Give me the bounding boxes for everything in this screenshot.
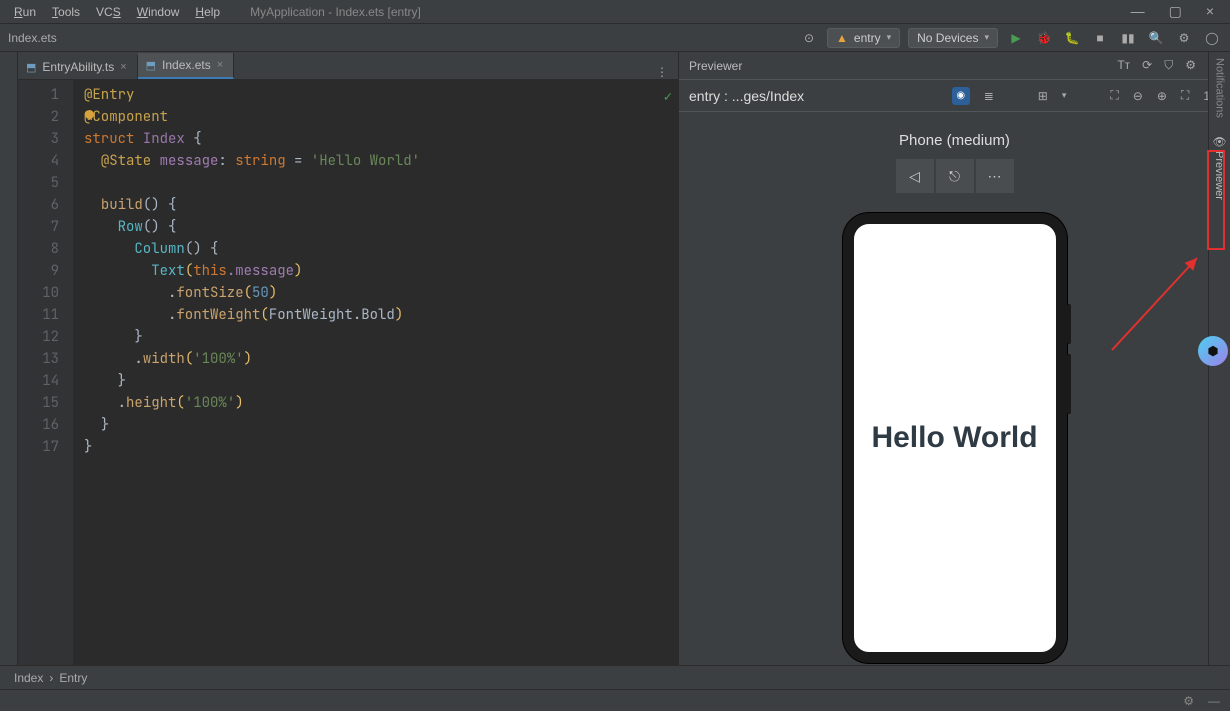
code-body[interactable]: @Entry @Component struct Index { @State … [74,80,678,665]
tab-entryability[interactable]: ⬒ EntryAbility.ts × [18,55,138,79]
previewer-title: Previewer [689,59,742,73]
grid-icon[interactable]: ⊞ [1038,89,1048,103]
previewer-sub-toolbar: entry : ...ges/Index ◉ ≣ ⊞ ▾ ⛶ ⊖ ⊕ ⛶ 1:1 [679,80,1230,112]
gear-icon[interactable]: ⚙ [1183,694,1194,708]
gear-icon[interactable]: ⚙ [1185,58,1196,73]
close-icon[interactable]: × [217,59,223,71]
entry-path: entry : ...ges/Index [689,88,804,104]
phone-frame: Hello World [843,213,1067,663]
app-text: Hello World [871,421,1037,455]
device-label: Phone (medium) [899,132,1010,149]
close-window-icon[interactable]: × [1206,3,1214,20]
phone-button-icon [1067,354,1071,414]
code-editor[interactable]: ✓ 1 2 3 4 5 6 7 8 9 10 11 12 13 14 15 16… [18,80,678,665]
editor-tabs: ⬒ EntryAbility.ts × ⬒ Index.ets × ⋮ [18,52,678,80]
maximize-icon[interactable]: ▢ [1169,3,1182,20]
editor-pane: ⬒ EntryAbility.ts × ⬒ Index.ets × ⋮ ✓ 1 … [18,52,678,665]
toolbar: Index.ets ⊙ ▲ entry ▾ No Devices ▾ ▶ 🐞 🐛… [0,24,1230,52]
zoom-in-icon[interactable]: ⊕ [1157,89,1167,103]
phone-button-icon [1067,304,1071,344]
run-config-label: entry [854,31,881,45]
status-bar: ⚙ — [0,689,1230,711]
menu-window[interactable]: Window [131,5,186,19]
chevron-down-icon: ▾ [887,32,892,43]
chevron-down-icon[interactable]: ▾ [1062,90,1067,101]
chevron-down-icon: ▾ [984,32,989,43]
menu-run[interactable]: RRunun [8,5,42,19]
tab-label: EntryAbility.ts [42,60,114,74]
minimize-icon[interactable]: — [1208,694,1220,708]
filter-icon[interactable]: ⛉ [1164,58,1173,73]
file-path: Index.ets [8,31,57,45]
settings-icon[interactable]: ⚙ [1174,31,1194,45]
menu-help[interactable]: Help [189,5,226,19]
fullscreen-icon[interactable]: ⛶ [1181,88,1189,103]
profiler-icon[interactable]: 🐛 [1062,31,1082,45]
close-icon[interactable]: × [120,61,126,73]
assistant-orb-icon[interactable]: ⬢ [1198,336,1228,366]
file-icon: ⬒ [26,61,36,74]
warning-icon [85,110,94,119]
breadcrumb-item[interactable]: Index [14,671,43,685]
device-label: No Devices [917,31,978,45]
main-area: ⬒ EntryAbility.ts × ⬒ Index.ets × ⋮ ✓ 1 … [0,52,1230,665]
left-tool-strip [0,52,18,665]
font-icon[interactable]: Tᴛ [1117,58,1130,73]
toolbar-icon1[interactable]: ▮▮ [1118,31,1138,45]
menu-tools[interactable]: Tools [46,5,86,19]
annotation-highlight [1207,150,1225,250]
crop-icon[interactable]: ⛶ [1110,88,1118,103]
check-icon: ✓ [664,86,672,108]
previewer-canvas: Phone (medium) ◁ ⎋ ⋯ Hello World [679,112,1230,665]
line-gutter: 1 2 3 4 5 6 7 8 9 10 11 12 13 14 15 16 1… [18,80,74,665]
previewer-pane: Previewer Tᴛ ⟳ ⛉ ⚙ — entry : ...ges/Inde… [678,52,1230,665]
file-icon: ⬒ [146,59,156,72]
more-dots-icon[interactable]: ⋯ [976,159,1014,193]
target-icon[interactable]: ⊙ [799,31,819,45]
avatar-icon[interactable]: ◯ [1202,31,1222,45]
device-controls: ◁ ⎋ ⋯ [896,159,1014,193]
breadcrumb-item[interactable]: Entry [59,671,87,685]
tab-label: Index.ets [162,58,211,72]
stop-icon[interactable]: ■ [1090,31,1110,45]
more-icon[interactable]: ⋮ [646,65,678,79]
minimize-icon[interactable]: — [1131,3,1145,20]
breadcrumb: Index › Entry [0,665,1230,689]
previewer-header: Previewer Tᴛ ⟳ ⛉ ⚙ — [679,52,1230,80]
menu-vcs[interactable]: VCS [90,5,127,19]
chevron-right-icon: › [49,671,53,685]
notifications-tab[interactable]: Notifications [1214,52,1226,124]
refresh-icon[interactable]: ⟳ [1142,58,1152,73]
back-icon[interactable]: ◁ [896,159,934,193]
inspector-icon[interactable]: ◉ [952,87,970,105]
run-config-dropdown[interactable]: ▲ entry ▾ [827,28,900,48]
rotate-icon[interactable]: ⎋ [936,159,974,193]
run-icon[interactable]: ▶ [1006,31,1026,45]
menu-bar: RRunun Tools VCS Window Help MyApplicati… [0,0,1230,24]
window-title: MyApplication - Index.ets [entry] [250,5,421,19]
layers-icon[interactable]: ≣ [984,89,994,103]
debug-icon[interactable]: 🐞 [1034,31,1054,45]
tab-index[interactable]: ⬒ Index.ets × [138,53,235,79]
search-icon[interactable]: 🔍 [1146,31,1166,45]
zoom-out-icon[interactable]: ⊖ [1133,89,1143,103]
device-dropdown[interactable]: No Devices ▾ [908,28,998,48]
